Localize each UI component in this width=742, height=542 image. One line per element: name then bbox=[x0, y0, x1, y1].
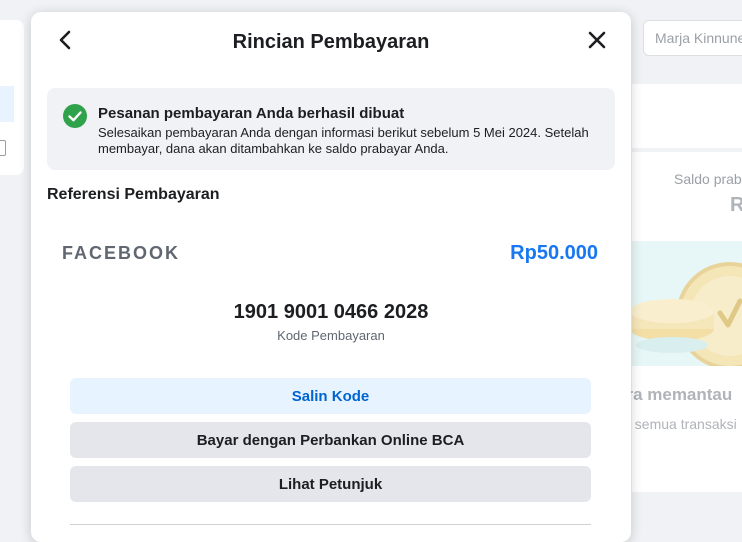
background-saldo-value: R bbox=[730, 194, 742, 216]
payment-code: 1901 9001 0466 2028 bbox=[233, 301, 429, 323]
background-coins-illustration bbox=[632, 241, 742, 366]
bca-online-banking-button[interactable]: Bayar dengan Perbankan Online BCA bbox=[70, 422, 591, 458]
check-circle-icon bbox=[63, 104, 87, 128]
payment-amount: Rp50.000 bbox=[510, 242, 598, 264]
close-button[interactable] bbox=[583, 28, 611, 56]
view-instructions-button[interactable]: Lihat Petunjuk bbox=[70, 466, 591, 502]
payment-reference-title: Referensi Pembayaran bbox=[47, 186, 220, 203]
modal-header: Rincian Pembayaran bbox=[31, 12, 631, 72]
close-icon bbox=[588, 31, 606, 54]
success-description: Selesaikan pembayaran Anda dengan inform… bbox=[98, 125, 589, 156]
background-left-icon bbox=[0, 140, 6, 156]
merchant-name: FACEBOOK bbox=[62, 243, 181, 263]
payment-code-label: Kode Pembayaran bbox=[277, 328, 385, 343]
modal-title: Rincian Pembayaran bbox=[232, 31, 430, 53]
success-banner: Pesanan pembayaran Anda berhasil dibuat … bbox=[47, 88, 615, 170]
background-heading: ara memantau bbox=[617, 385, 733, 404]
background-right-card-top bbox=[632, 84, 742, 148]
divider bbox=[70, 524, 591, 525]
payment-details-modal: Rincian Pembayaran Pesanan pembayaran An… bbox=[31, 12, 631, 542]
success-title: Pesanan pembayaran Anda berhasil dibuat bbox=[98, 105, 405, 122]
background-subtext: t semua transaksi bbox=[627, 416, 737, 432]
background-search-field[interactable]: Marja Kinnunen bbox=[643, 20, 742, 56]
background-left-active-item bbox=[0, 86, 14, 122]
background-saldo-label: Saldo prabayar bbox=[674, 171, 742, 187]
copy-code-button[interactable]: Salin Kode bbox=[70, 378, 591, 414]
